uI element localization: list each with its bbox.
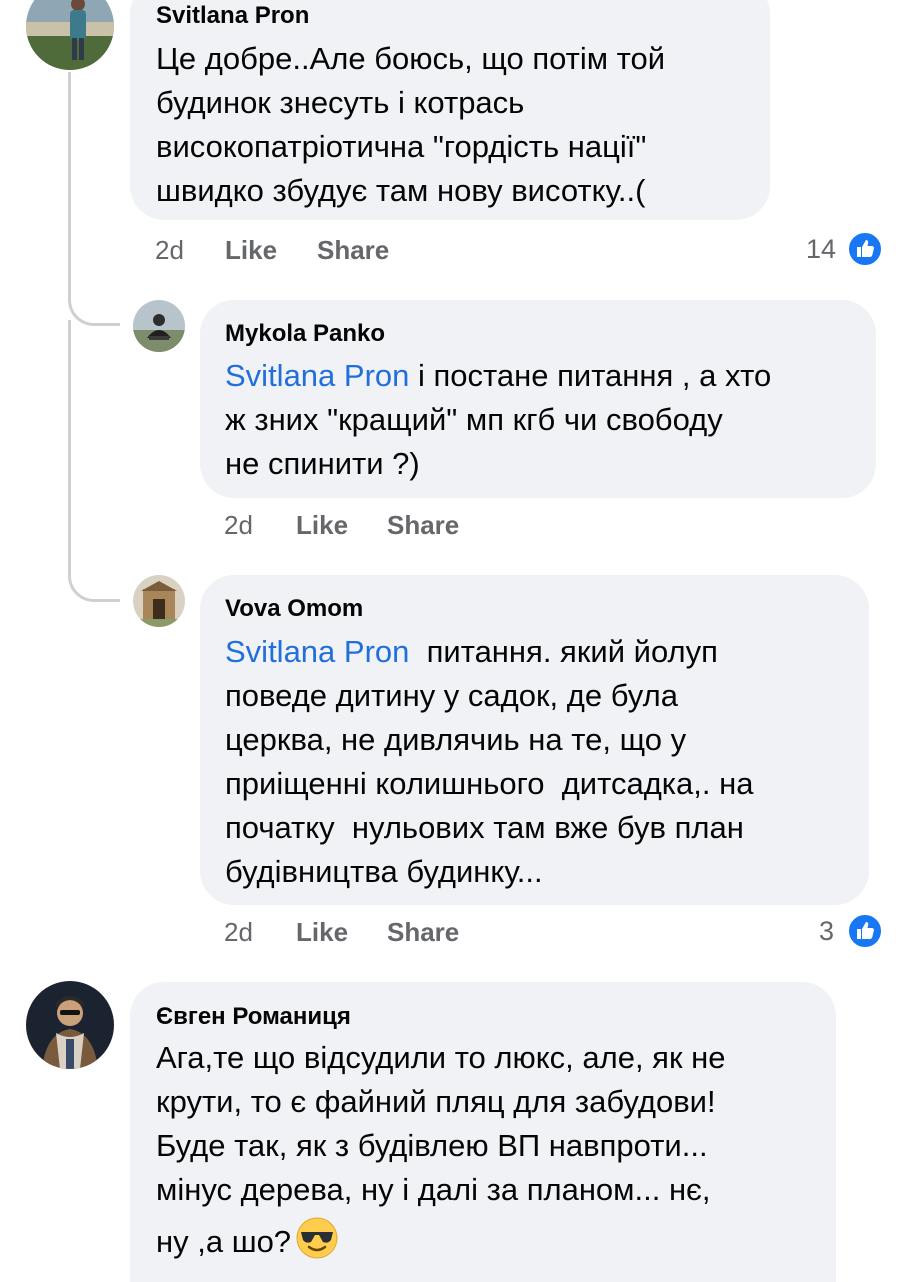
comment-text: Svitlana Pron і постане питання , а хто … <box>225 354 771 486</box>
comment-line: не спинити ?) <box>225 446 420 481</box>
share-button[interactable]: Share <box>387 510 459 541</box>
comment-time[interactable]: 2d <box>224 917 253 948</box>
comment-author[interactable]: Svitlana Pron <box>156 2 309 30</box>
comment-line: крути, то є файний пляц для забудови! <box>156 1084 716 1119</box>
comment-line: ну ,а шо? <box>156 1224 292 1259</box>
comment-line: ж зних "кращий" мп кгб чи свободу <box>225 402 723 437</box>
comment-text: Svitlana Pron питання. який йолуп поведе… <box>225 630 753 894</box>
avatar-photo-icon <box>26 0 114 70</box>
mention-link[interactable]: Svitlana Pron <box>225 634 409 669</box>
comment-line: поведе дитину у садок, де була <box>225 678 678 713</box>
like-button[interactable]: Like <box>296 917 348 948</box>
thread-line <box>68 72 71 300</box>
share-button[interactable]: Share <box>317 235 389 266</box>
comment-author[interactable]: Vova Omom <box>225 595 363 623</box>
comment-author[interactable]: Mykola Panko <box>225 320 385 348</box>
reaction-count[interactable]: 3 <box>819 916 834 947</box>
like-reaction-icon[interactable] <box>847 231 883 267</box>
mention-link[interactable]: Svitlana Pron <box>225 358 409 393</box>
comment-line: приіщенні колишнього дитсадка,. на <box>225 766 754 801</box>
avatar[interactable] <box>26 0 114 70</box>
comment-line: Це добре..Але боюсь, що потім той <box>156 41 666 76</box>
comment-line: Ага,те що відсудили то люкс, але, як не <box>156 1040 726 1075</box>
like-button[interactable]: Like <box>296 510 348 541</box>
comment-line: питання. який йолуп <box>409 634 718 669</box>
like-reaction-icon[interactable] <box>847 913 883 949</box>
comment-line: високопатріотична "гордість нації" <box>156 129 647 164</box>
comment-time[interactable]: 2d <box>224 510 253 541</box>
comment-line: і постане питання , а хто <box>409 358 772 393</box>
reaction-count[interactable]: 14 <box>806 234 836 265</box>
comment-line: будинок знесуть і котрась <box>156 85 525 120</box>
sunglasses-emoji-icon <box>295 1216 339 1260</box>
share-button[interactable]: Share <box>387 917 459 948</box>
thread-connector <box>68 320 120 602</box>
like-button[interactable]: Like <box>225 235 277 266</box>
comment-line: початку нульових там вже був план <box>225 810 744 845</box>
comment-time[interactable]: 2d <box>155 235 184 266</box>
comment-line: мінус дерева, ну і далі за планом... нє, <box>156 1172 711 1207</box>
comment-line: церква, не дивлячиь на те, що у <box>225 722 687 757</box>
avatar[interactable] <box>133 300 185 352</box>
comment-line: будівництва будинку... <box>225 854 543 889</box>
comment-line: Буде так, як з будівлею ВП навпроти... <box>156 1128 708 1163</box>
avatar[interactable] <box>26 981 114 1069</box>
comment-author[interactable]: Євген Романиця <box>156 1003 351 1031</box>
comment-text: Це добре..Але боюсь, що потім той будино… <box>156 37 665 213</box>
comment-text: Ага,те що відсудили то люкс, але, як не … <box>156 1036 726 1264</box>
comment-line: швидко збудує там нову висотку..( <box>156 173 646 208</box>
avatar[interactable] <box>133 575 185 627</box>
